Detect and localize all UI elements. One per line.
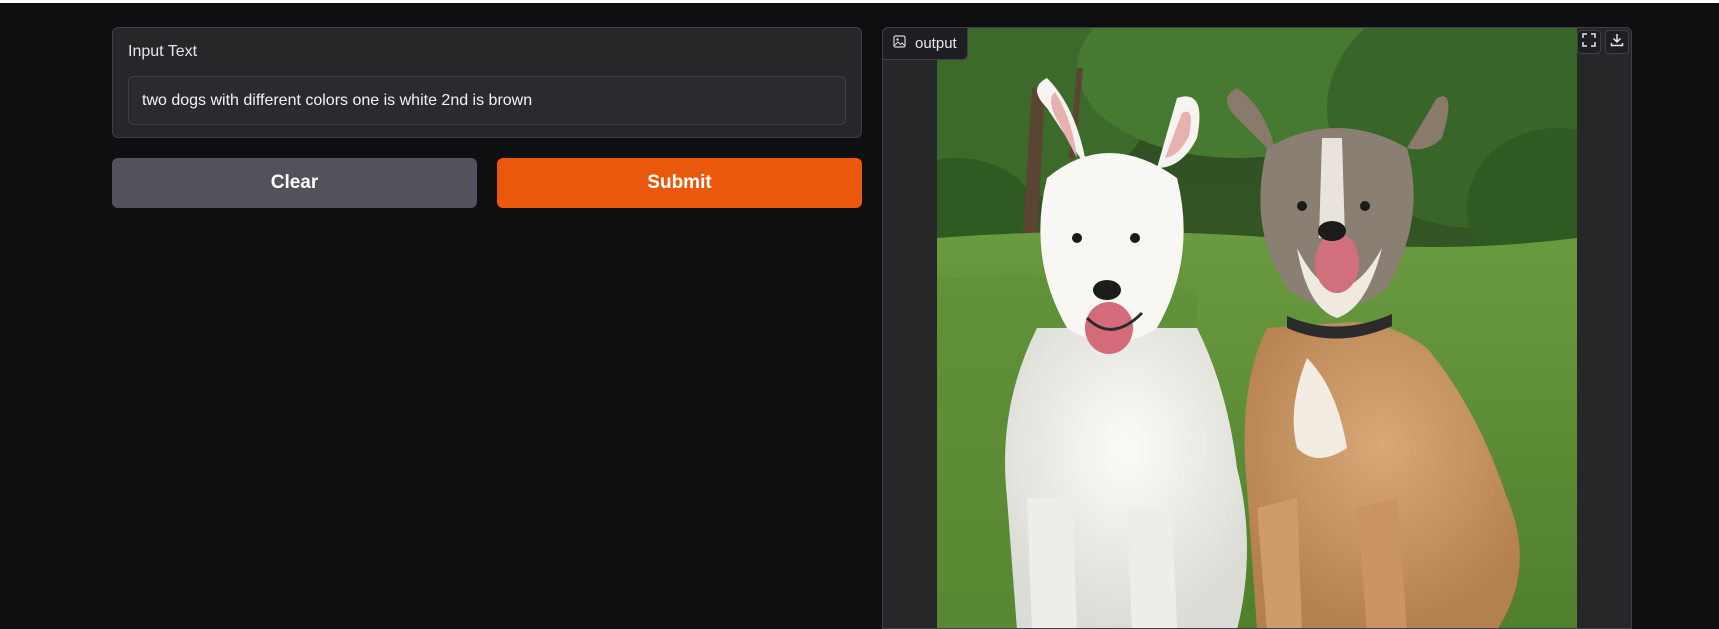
submit-button[interactable]: Submit (497, 158, 862, 208)
clear-button[interactable]: Clear (112, 158, 477, 208)
output-toolbar (1577, 28, 1631, 54)
generated-image (937, 28, 1577, 628)
input-text-label: Input Text (128, 43, 198, 60)
output-label-badge: output (883, 28, 968, 60)
fullscreen-icon (1582, 32, 1596, 52)
download-icon (1610, 33, 1624, 52)
input-text-panel: Input Text two dogs with different color… (112, 27, 862, 138)
output-panel: output (882, 27, 1632, 629)
image-icon (893, 34, 906, 53)
download-button[interactable] (1605, 30, 1629, 54)
output-label: output (915, 35, 957, 52)
fullscreen-button[interactable] (1577, 30, 1601, 54)
app-root: Input Text two dogs with different color… (0, 0, 1719, 629)
input-text-field[interactable]: two dogs with different colors one is wh… (128, 76, 846, 125)
